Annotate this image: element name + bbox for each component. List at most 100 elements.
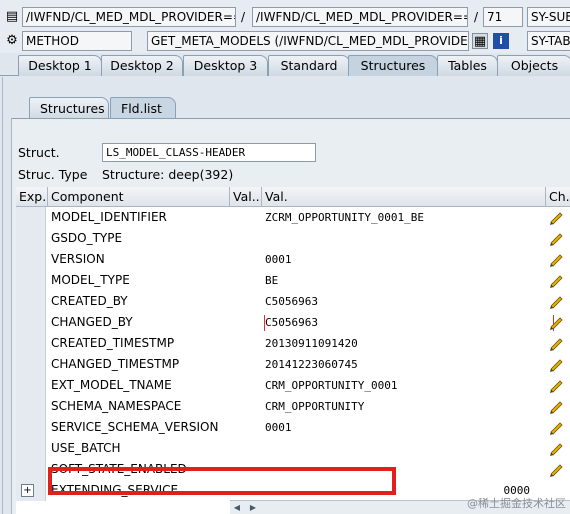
component-cell: CHANGED_TIMESTMP <box>51 357 180 371</box>
value-cell[interactable]: 20130911091420 <box>262 333 532 354</box>
grid-header: Exp. Component Val... Val. Ch... <box>16 187 570 207</box>
row-expand-cell <box>16 312 46 333</box>
line-number-field: 71 <box>483 7 523 27</box>
value-cell[interactable]: ZCRM_OPPORTUNITY_0001_BE <box>262 207 532 228</box>
row-expand-cell <box>16 459 46 480</box>
tab-desktop-1[interactable]: Desktop 1 <box>18 55 102 76</box>
tab-desktop-2[interactable]: Desktop 2 <box>101 55 183 76</box>
value-cell[interactable]: 20141223060745 <box>262 354 532 375</box>
struct-type-value: Structure: deep(392) <box>102 167 234 182</box>
table-row[interactable]: VERSION 0001 <box>16 249 570 270</box>
component-cell: USE_BATCH <box>51 441 121 455</box>
row-expand-cell <box>16 228 46 249</box>
struct-type-label: Struc. Type <box>18 167 88 182</box>
debugger-toolbar: ▤ /IWFND/CL_MED_MDL_PROVIDER=== / /IWFND… <box>0 0 570 53</box>
display-icon[interactable]: ▦ <box>472 33 488 49</box>
event-name-field: GET_META_MODELS (/IWFND/CL_MED_MDL_PROVI… <box>147 31 469 51</box>
expand-icon[interactable]: + <box>21 484 34 497</box>
table-row[interactable]: SCHEMA_NAMESPACE CRM_OPPORTUNITY <box>16 396 570 417</box>
program-path-field: /IWFND/CL_MED_MDL_PROVIDER=== <box>22 7 236 27</box>
field-grid: Exp. Component Val... Val. Ch... MODEL_I… <box>16 187 570 514</box>
table-row[interactable]: CHANGED_TIMESTMP 20141223060745 <box>16 354 570 375</box>
component-cell: EXT_MODEL_TNAME <box>51 378 172 392</box>
value-cell[interactable]: 0001 <box>262 249 532 270</box>
edit-pencil-icon[interactable] <box>548 294 564 309</box>
value-cell[interactable]: BE <box>262 270 532 291</box>
table-row[interactable]: EXT_MODEL_TNAME CRM_OPPORTUNITY_0001 <box>16 375 570 396</box>
col-value-hex[interactable]: Val... <box>230 187 262 207</box>
value-cell[interactable]: CRM_OPPORTUNITY <box>262 396 532 417</box>
row-expand-cell <box>16 354 46 375</box>
tab-tables[interactable]: Tables <box>437 55 498 76</box>
watermark: @稀土掘金技术社区 <box>467 497 566 510</box>
info-icon[interactable]: i <box>493 33 509 49</box>
table-row[interactable]: CHANGED_BY C5056963 <box>16 312 570 333</box>
col-component[interactable]: Component <box>48 187 230 207</box>
source-code-icon[interactable]: ▤ <box>4 9 20 25</box>
value-cell[interactable]: C5056963 <box>262 291 532 312</box>
highlight-box <box>48 467 396 495</box>
row-expand-cell <box>16 375 46 396</box>
edit-pencil-icon[interactable] <box>548 315 564 330</box>
table-row[interactable]: USE_BATCH <box>16 438 570 459</box>
edit-pencil-icon[interactable] <box>548 231 564 246</box>
edit-pencil-icon[interactable] <box>548 336 564 351</box>
component-cell: GSDO_TYPE <box>51 231 123 245</box>
row-expand-cell <box>16 270 46 291</box>
change-marker-icon <box>264 315 554 331</box>
component-cell: CHANGED_BY <box>51 315 133 329</box>
sy-tabix-field: SY-TAB <box>527 31 570 51</box>
table-row[interactable]: SERVICE_SCHEMA_VERSION 0001 <box>16 417 570 438</box>
edit-pencil-icon[interactable] <box>548 210 564 225</box>
table-row[interactable]: CREATED_TIMESTMP 20130911091420 <box>16 333 570 354</box>
row-expand-cell: + <box>16 480 46 501</box>
edit-pencil-icon[interactable] <box>548 252 564 267</box>
edit-pencil-icon[interactable] <box>548 273 564 288</box>
row-expand-cell <box>16 438 46 459</box>
row-expand-cell <box>16 333 46 354</box>
tab-desktop-3[interactable]: Desktop 3 <box>183 55 268 76</box>
program-row: ▤ /IWFND/CL_MED_MDL_PROVIDER=== / /IWFND… <box>0 6 570 30</box>
event-row: ⚙ METHOD GET_META_MODELS (/IWFND/CL_MED_… <box>0 30 570 54</box>
row-expand-cell <box>16 291 46 312</box>
scroll-left-icon[interactable]: ◀ <box>230 502 244 514</box>
edit-pencil-icon[interactable] <box>548 357 564 372</box>
tab-standard[interactable]: Standard <box>268 55 350 76</box>
component-cell: MODEL_IDENTIFIER <box>51 210 167 224</box>
subtab-field-list[interactable]: Fld.list <box>110 97 176 119</box>
value-cell[interactable] <box>262 228 532 249</box>
edit-pencil-icon[interactable] <box>548 441 564 456</box>
component-cell: CREATED_TIMESTMP <box>51 336 175 350</box>
edit-pencil-icon[interactable] <box>548 420 564 435</box>
row-expand-cell <box>16 417 46 438</box>
structures-panel: Structures Fld.list Struct. LS_MODEL_CLA… <box>2 77 570 514</box>
path-separator: / <box>241 10 246 24</box>
table-row[interactable]: MODEL_IDENTIFIER ZCRM_OPPORTUNITY_0001_BE <box>16 207 570 228</box>
table-row[interactable]: MODEL_TYPE BE <box>16 270 570 291</box>
component-cell: VERSION <box>51 252 105 266</box>
component-cell: CREATED_BY <box>51 294 128 308</box>
subtab-structures[interactable]: Structures <box>29 97 109 119</box>
edit-pencil-icon[interactable] <box>548 462 564 477</box>
edit-pencil-icon[interactable] <box>548 378 564 393</box>
value-cell[interactable] <box>262 438 532 459</box>
col-value[interactable]: Val. <box>262 187 546 207</box>
struct-input[interactable]: LS_MODEL_CLASS-HEADER <box>102 143 316 162</box>
component-cell: MODEL_TYPE <box>51 273 130 287</box>
col-expand[interactable]: Exp. <box>16 187 48 207</box>
method-icon: ⚙ <box>6 33 18 48</box>
value-cell[interactable]: CRM_OPPORTUNITY_0001 <box>262 375 532 396</box>
field-list-pane: Struct. LS_MODEL_CLASS-HEADER Struc. Typ… <box>11 118 570 514</box>
table-row[interactable]: CREATED_BY C5056963 <box>16 291 570 312</box>
tab-structures[interactable]: Structures <box>348 55 438 76</box>
table-row[interactable]: GSDO_TYPE <box>16 228 570 249</box>
struct-label: Struct. <box>18 145 60 160</box>
row-expand-cell <box>16 207 46 228</box>
tab-objects[interactable]: Objects <box>497 55 570 76</box>
include-path-field: /IWFND/CL_MED_MDL_PROVIDER=== <box>252 7 468 27</box>
value-cell[interactable]: 0001 <box>262 417 532 438</box>
scroll-right-icon[interactable]: ▶ <box>246 502 260 514</box>
col-change[interactable]: Ch... <box>546 187 570 207</box>
edit-pencil-icon[interactable] <box>548 399 564 414</box>
row-expand-cell <box>16 249 46 270</box>
